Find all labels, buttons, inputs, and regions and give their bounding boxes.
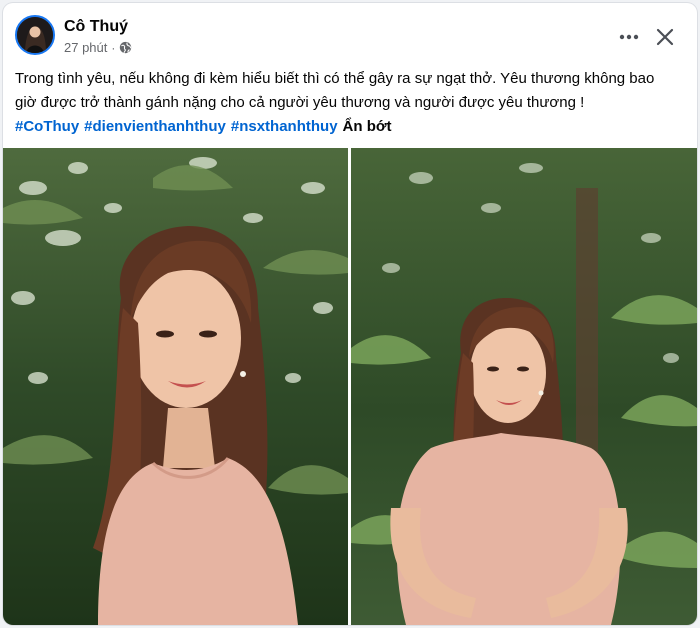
more-options-button[interactable]	[613, 21, 645, 53]
close-button[interactable]	[649, 21, 681, 53]
hashtag-link[interactable]: #dienvienthanhthuy	[84, 117, 226, 137]
hashtag-link[interactable]: #nsxthanhthuy	[231, 117, 338, 137]
post-time[interactable]: 27 phút	[64, 40, 107, 55]
close-icon	[656, 28, 674, 46]
author-name[interactable]: Cô Thuý	[64, 18, 128, 36]
hashtag-row: #CoThuy #dienvienthanhthuy #nsxthanhthuy…	[15, 117, 392, 137]
globe-icon[interactable]	[119, 41, 132, 54]
see-less-link[interactable]: Ẩn bớt	[343, 117, 392, 137]
hashtag-link[interactable]: #CoThuy	[15, 117, 79, 137]
avatar[interactable]	[15, 15, 55, 55]
post-text: Trong tình yêu, nếu không đi kèm hiểu bi…	[15, 70, 655, 111]
post-meta: 27 phút ·	[64, 40, 132, 55]
post-card: Cô Thuý 27 phút · Trong tình yêu, nếu kh…	[3, 3, 697, 625]
photo-left[interactable]	[3, 148, 348, 625]
more-options-icon	[619, 34, 639, 40]
post-header: Cô Thuý 27 phút ·	[3, 3, 697, 63]
meta-separator: ·	[111, 40, 116, 55]
photo-right[interactable]	[351, 148, 697, 625]
